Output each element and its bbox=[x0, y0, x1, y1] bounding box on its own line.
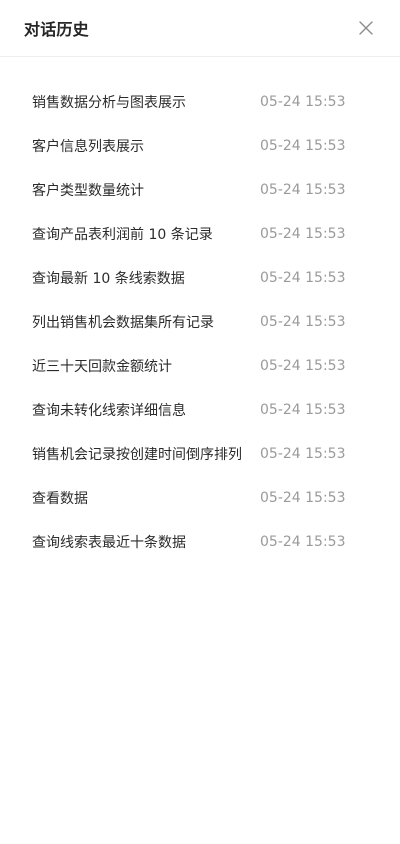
history-item[interactable]: 销售机会记录按创建时间倒序排列 05-24 15:53 bbox=[0, 432, 400, 476]
history-item-title: 列出销售机会数据集所有记录 bbox=[32, 315, 214, 331]
history-item[interactable]: 销售数据分析与图表展示 05-24 15:53 bbox=[0, 80, 400, 124]
history-item-time: 05-24 15:53 bbox=[260, 446, 346, 462]
history-item-time: 05-24 15:53 bbox=[260, 490, 346, 506]
drawer-header: 对话历史 bbox=[0, 0, 400, 57]
history-drawer: 对话历史 销售数据分析与图表展示 05-24 15:53 客户信息列表展示 05… bbox=[0, 0, 400, 844]
history-item[interactable]: 查询未转化线索详细信息 05-24 15:53 bbox=[0, 388, 400, 432]
history-item-time: 05-24 15:53 bbox=[260, 402, 346, 418]
history-item-title: 客户信息列表展示 bbox=[32, 139, 144, 155]
history-item-title: 客户类型数量统计 bbox=[32, 183, 144, 199]
history-item-title: 查询最新 10 条线索数据 bbox=[32, 271, 185, 287]
close-icon bbox=[359, 21, 373, 35]
history-item-title: 销售数据分析与图表展示 bbox=[32, 95, 186, 111]
close-button[interactable] bbox=[356, 18, 376, 38]
history-item-time: 05-24 15:53 bbox=[260, 182, 346, 198]
history-item-title: 查询线索表最近十条数据 bbox=[32, 535, 186, 551]
history-item-time: 05-24 15:53 bbox=[260, 358, 346, 374]
drawer-title: 对话历史 bbox=[24, 20, 89, 39]
history-item-title: 查看数据 bbox=[32, 491, 88, 507]
history-item[interactable]: 查询产品表利润前 10 条记录 05-24 15:53 bbox=[0, 212, 400, 256]
history-item-title: 查询产品表利润前 10 条记录 bbox=[32, 227, 213, 243]
history-item[interactable]: 列出销售机会数据集所有记录 05-24 15:53 bbox=[0, 300, 400, 344]
history-item-title: 销售机会记录按创建时间倒序排列 bbox=[32, 447, 242, 463]
history-item[interactable]: 查询线索表最近十条数据 05-24 15:53 bbox=[0, 520, 400, 564]
history-item-time: 05-24 15:53 bbox=[260, 534, 346, 550]
history-item-title: 查询未转化线索详细信息 bbox=[32, 403, 186, 419]
history-item-time: 05-24 15:53 bbox=[260, 138, 346, 154]
history-item[interactable]: 客户信息列表展示 05-24 15:53 bbox=[0, 124, 400, 168]
history-list: 销售数据分析与图表展示 05-24 15:53 客户信息列表展示 05-24 1… bbox=[0, 57, 400, 564]
history-item-time: 05-24 15:53 bbox=[260, 226, 346, 242]
history-item-title: 近三十天回款金额统计 bbox=[32, 359, 172, 375]
history-item[interactable]: 近三十天回款金额统计 05-24 15:53 bbox=[0, 344, 400, 388]
history-item-time: 05-24 15:53 bbox=[260, 314, 346, 330]
history-item[interactable]: 查看数据 05-24 15:53 bbox=[0, 476, 400, 520]
history-item[interactable]: 查询最新 10 条线索数据 05-24 15:53 bbox=[0, 256, 400, 300]
history-item-time: 05-24 15:53 bbox=[260, 270, 346, 286]
history-item-time: 05-24 15:53 bbox=[260, 94, 346, 110]
history-item[interactable]: 客户类型数量统计 05-24 15:53 bbox=[0, 168, 400, 212]
